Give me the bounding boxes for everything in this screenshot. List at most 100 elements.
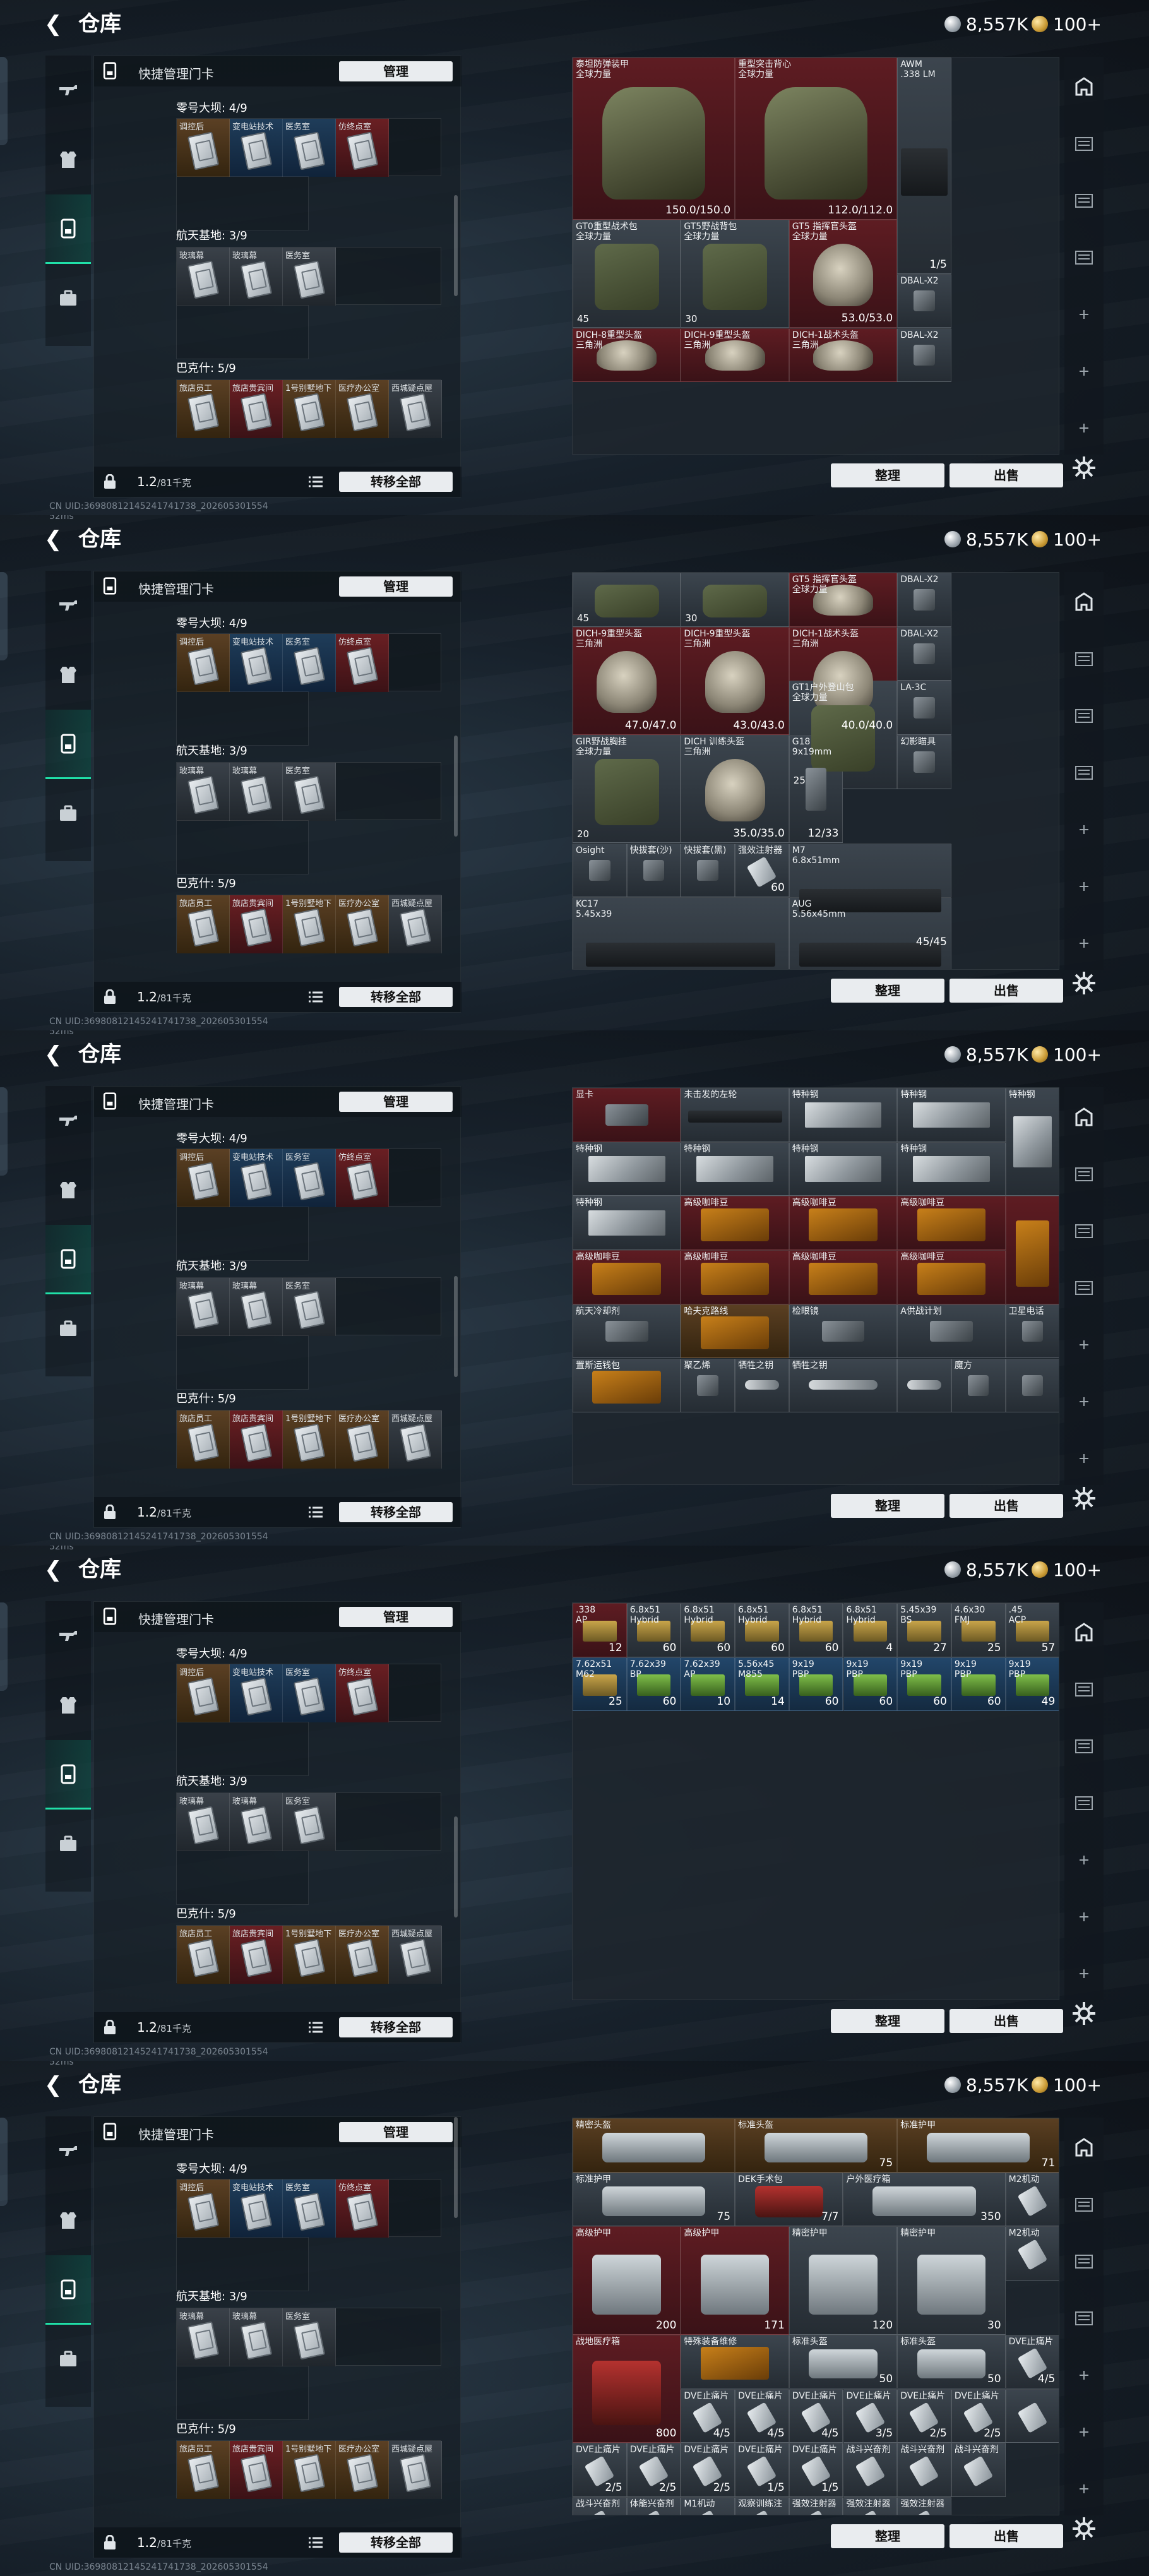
inventory-item[interactable]: DICH-9重型头盔 三角洲 bbox=[681, 328, 789, 383]
transfer-all-button[interactable]: 转移全部 bbox=[339, 1502, 453, 1522]
manage-button[interactable]: 管理 bbox=[339, 576, 453, 597]
inventory-item[interactable]: 45 bbox=[573, 573, 681, 627]
sell-button[interactable]: 出售 bbox=[950, 463, 1063, 487]
inventory-item[interactable]: DICH-9重型头盔 三角洲 47.0/47.0 bbox=[573, 626, 681, 736]
inventory-item[interactable]: 9x19 PBP 60 bbox=[789, 1657, 843, 1712]
sell-button[interactable]: 出售 bbox=[950, 979, 1063, 1003]
case-category-tab[interactable] bbox=[45, 2325, 91, 2394]
add-storage-tab[interactable] bbox=[1064, 1433, 1104, 1484]
keycard-slot[interactable]: 医疗办公室 bbox=[336, 2441, 389, 2499]
keycard-scrollbar[interactable] bbox=[454, 1816, 458, 1917]
inventory-item[interactable]: 卫星电话 bbox=[1005, 1304, 1059, 1359]
transfer-all-button[interactable]: 转移全部 bbox=[339, 2532, 453, 2553]
keycard-slot[interactable]: 医务室 bbox=[283, 1278, 336, 1336]
inventory-item[interactable]: DVE止痛片 2/5 bbox=[626, 2443, 681, 2497]
inventory-item[interactable]: 快拔套(黑) bbox=[681, 843, 735, 898]
keycard-slot[interactable]: 玻璃幕 bbox=[177, 1278, 230, 1336]
inventory-item[interactable]: 标准头盔 75 bbox=[735, 2118, 898, 2173]
sell-button[interactable]: 出售 bbox=[950, 2524, 1063, 2548]
keycard-slot[interactable]: 医疗办公室 bbox=[336, 895, 389, 953]
keycard-slot[interactable]: 旅店贵宾间 bbox=[230, 380, 283, 438]
edge-handle[interactable] bbox=[0, 1087, 8, 1176]
inventory-item[interactable]: 战斗兴奋剂 bbox=[843, 2443, 898, 2497]
gold-currency[interactable]: 100+ bbox=[1032, 2073, 1102, 2096]
keycard-slot[interactable]: 西城疑点屋 bbox=[389, 895, 442, 953]
case-category-tab[interactable] bbox=[45, 779, 91, 849]
inventory-item[interactable]: 户外医疗箱 350 bbox=[843, 2172, 1006, 2227]
gold-currency[interactable]: 100+ bbox=[1032, 528, 1102, 551]
inventory-item[interactable]: 7.62x39 BP 60 bbox=[626, 1657, 681, 1712]
sort-button[interactable]: 整理 bbox=[831, 2524, 944, 2548]
keycard-slot[interactable]: 医务室 bbox=[283, 2179, 336, 2238]
inventory-item[interactable]: DICH-8重型头盔 三角洲 bbox=[573, 328, 681, 383]
sort-button[interactable]: 整理 bbox=[831, 1494, 944, 1518]
keycard-category-tab[interactable] bbox=[45, 1225, 91, 1294]
keycard-slot[interactable]: 医务室 bbox=[283, 763, 336, 821]
inventory-item[interactable]: 幻影瞄具 bbox=[897, 735, 951, 789]
inventory-item[interactable]: GT5野战背包 全球力量 30 bbox=[681, 220, 789, 328]
storage-tab-2[interactable] bbox=[1064, 119, 1104, 169]
inventory-item[interactable]: 特种钢 bbox=[789, 1088, 898, 1142]
add-storage-tab[interactable] bbox=[1064, 289, 1104, 340]
transfer-all-button[interactable]: 转移全部 bbox=[339, 2017, 453, 2037]
add-storage-tab[interactable] bbox=[1064, 1948, 1104, 1999]
weapon-category-tab[interactable] bbox=[45, 1086, 91, 1155]
keycard-slot[interactable]: 医务室 bbox=[283, 1664, 336, 1722]
add-storage-tab[interactable] bbox=[1064, 1835, 1104, 1885]
storage-tab-3[interactable] bbox=[1064, 691, 1104, 741]
keycard-slot[interactable]: 玻璃幕 bbox=[177, 763, 230, 821]
keycard-category-tab[interactable] bbox=[45, 2255, 91, 2325]
gold-currency[interactable]: 100+ bbox=[1032, 1558, 1102, 1581]
storage-tab-1[interactable] bbox=[1064, 577, 1104, 628]
add-storage-tab[interactable] bbox=[1064, 2464, 1104, 2514]
inventory-item[interactable]: 特种钢 bbox=[573, 1196, 681, 1251]
keycard-slot[interactable]: 玻璃幕 bbox=[177, 247, 230, 306]
keycard-slot[interactable]: 西城疑点屋 bbox=[389, 380, 442, 438]
inventory-item[interactable]: 强效注射器 bbox=[897, 2496, 951, 2515]
add-storage-tab[interactable] bbox=[1064, 1320, 1104, 1370]
storage-tab-2[interactable] bbox=[1064, 1149, 1104, 1200]
inventory-item[interactable]: 强效注射器 bbox=[789, 2496, 843, 2515]
keycard-slot[interactable]: 玻璃幕 bbox=[230, 1278, 283, 1336]
settings-gear-icon[interactable] bbox=[1069, 2514, 1098, 2543]
keycard-slot[interactable]: 西城疑点屋 bbox=[389, 1410, 442, 1469]
inventory-item[interactable]: 牺牲之钥 bbox=[735, 1358, 789, 1413]
inventory-item[interactable]: 5.56x45 M855 14 bbox=[735, 1657, 789, 1712]
inventory-item[interactable]: KC17 5.45x39 bbox=[573, 897, 789, 969]
inventory-item[interactable]: 高级咖啡豆 bbox=[789, 1250, 898, 1304]
inventory-item[interactable]: 战斗兴奋剂 bbox=[951, 2443, 1006, 2497]
keycard-slot[interactable]: 1号别墅地下 bbox=[283, 380, 336, 438]
inventory-item[interactable]: 标准护甲 75 bbox=[573, 2172, 735, 2227]
inventory-item[interactable]: 高级咖啡豆 bbox=[897, 1196, 1006, 1251]
inventory-item[interactable]: 特种钢 bbox=[789, 1142, 898, 1196]
inventory-item[interactable]: 航天冷却剂 bbox=[573, 1304, 681, 1359]
keycard-slot[interactable]: 变电站技术 bbox=[230, 1149, 283, 1207]
inventory-item[interactable]: GT5 指挥官头盔 全球力量 bbox=[789, 573, 898, 627]
keycard-slot[interactable]: 医务室 bbox=[283, 119, 336, 177]
inventory-item[interactable]: 高级咖啡豆 bbox=[789, 1196, 898, 1251]
manage-button[interactable]: 管理 bbox=[339, 2122, 453, 2142]
keycard-slot[interactable]: 玻璃幕 bbox=[177, 2308, 230, 2366]
manage-button[interactable]: 管理 bbox=[339, 61, 453, 81]
keycard-slot[interactable]: 变电站技术 bbox=[230, 634, 283, 692]
sort-button[interactable]: 整理 bbox=[831, 463, 944, 487]
inventory-item[interactable]: DVE止痛片 2/5 bbox=[681, 2443, 735, 2497]
inventory-item[interactable]: 观察训练注 bbox=[735, 2496, 789, 2515]
keycard-slot[interactable]: 调控后 bbox=[177, 2179, 230, 2238]
sort-button[interactable]: 整理 bbox=[831, 979, 944, 1003]
back-arrow-icon[interactable]: ❮ bbox=[44, 1557, 69, 1582]
list-icon[interactable] bbox=[309, 991, 323, 1003]
inventory-item[interactable]: DVE止痛片 4/5 bbox=[735, 2388, 789, 2443]
edge-handle[interactable] bbox=[0, 1602, 8, 1691]
add-storage-tab[interactable] bbox=[1064, 861, 1104, 912]
armor-category-tab[interactable] bbox=[45, 125, 91, 194]
inventory-item[interactable]: DICH 训练头盔 三角洲 35.0/35.0 bbox=[681, 735, 789, 844]
inventory-item[interactable]: 聚乙烯 bbox=[681, 1358, 735, 1413]
inventory-item[interactable]: 7.62x39 AP 10 bbox=[681, 1657, 735, 1712]
back-arrow-icon[interactable]: ❮ bbox=[44, 2072, 69, 2097]
armor-category-tab[interactable] bbox=[45, 640, 91, 710]
storage-tab-1[interactable] bbox=[1064, 1607, 1104, 1658]
inventory-item[interactable]: 未击发的左轮 bbox=[681, 1088, 789, 1142]
armor-category-tab[interactable] bbox=[45, 1155, 91, 1225]
keycard-scrollbar[interactable] bbox=[454, 195, 458, 296]
